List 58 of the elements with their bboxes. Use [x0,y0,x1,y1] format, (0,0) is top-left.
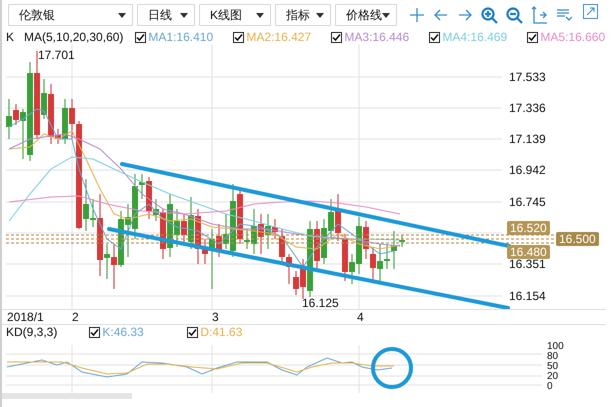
dropdown[interactable]: 指标 [275,4,331,26]
indicator-value: K:46.33 [102,325,144,339]
caret-icon [256,12,264,18]
axis-label: 17.139 [509,132,546,146]
dropdown[interactable]: K线图 [199,4,271,26]
list-down-icon[interactable] [556,8,572,22]
ma-value: MA3:16.446 [344,30,410,44]
axis-label: 20 [547,371,558,382]
axis-label: 16.154 [509,289,546,303]
chart-label: K [6,30,14,44]
caret-icon [118,12,126,18]
checkbox[interactable] [187,326,198,338]
axis-label: 50 [547,361,558,372]
checkbox[interactable] [527,32,538,42]
zoom-out-icon[interactable] [506,6,523,24]
caret-icon [180,12,188,18]
dropdown[interactable]: 日线 [137,4,195,26]
axis-label: 16.745 [509,195,546,209]
expand-icon[interactable] [583,4,598,19]
caret-icon [316,12,324,18]
indicator-value: D:41.63 [200,325,242,339]
crosshair-icon[interactable] [409,7,425,23]
price-tag: 16.500 [556,232,599,246]
axis-label: 2018/1 [7,310,44,324]
ma-value: MA4:16.469 [442,30,508,44]
checkbox[interactable] [233,32,244,42]
caret-icon [382,12,390,18]
right-arrow-icon[interactable] [457,7,473,23]
axis-label: 0 [547,381,553,392]
checkbox[interactable] [331,32,342,42]
axis-label: 16.942 [509,163,546,177]
axis-label: 100 [547,341,564,352]
axis-label: 17.336 [509,101,546,115]
dropdown[interactable]: 价格线 [335,4,397,26]
axis-label: 3 [212,310,219,324]
high-label: 17.701 [38,48,75,62]
left-arrow-icon[interactable] [433,7,449,23]
zoom-in-icon[interactable] [481,6,498,24]
checkbox[interactable] [135,32,146,42]
checkbox[interactable] [89,326,100,338]
axis-label: 16.351 [509,257,546,271]
price-tag: 16.480 [507,245,550,259]
candlestick [399,234,405,248]
axis-label: 80 [547,351,558,362]
axis-label: 17.533 [509,70,546,84]
checkbox[interactable] [429,32,440,42]
ma-value: MA5:16.660 [540,30,606,44]
axis-scale-icon[interactable] [531,6,548,24]
ma-value: MA1:16.410 [148,30,214,44]
axis-label: 4 [357,310,364,324]
highlight-circle [371,347,413,389]
low-label: 16.125 [302,296,339,309]
axis-label: 2 [72,310,79,324]
ma-formula: MA(5,10,20,30,60) [24,30,124,44]
dropdown[interactable]: 伦敦银 [8,4,133,26]
ma-value: MA2:16.427 [246,30,312,44]
indicator-label: KD(9,3,3) [6,325,58,339]
price-tag: 16.520 [507,221,550,235]
